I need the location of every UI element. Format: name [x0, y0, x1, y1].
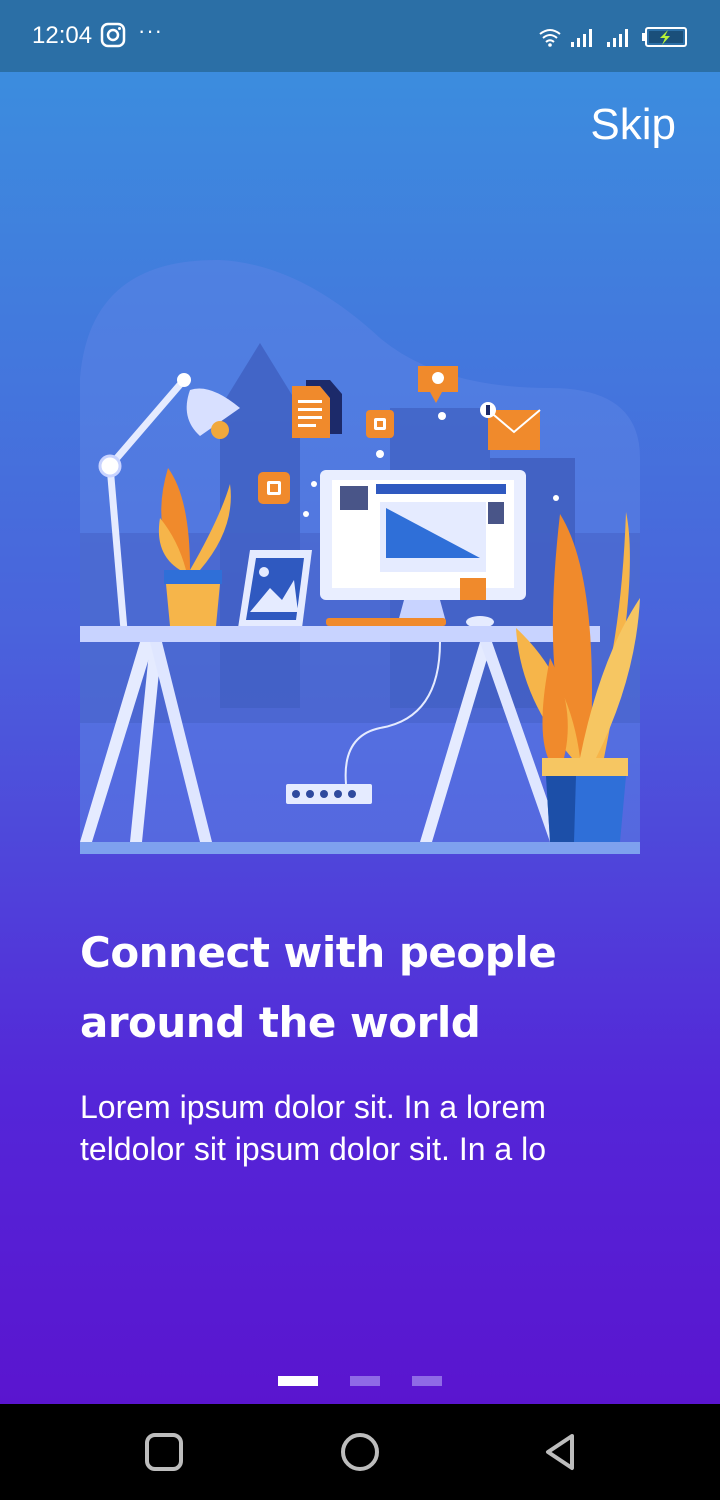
system-nav-bar [0, 1404, 720, 1500]
workspace-illustration [80, 259, 640, 854]
onboarding-description: Lorem ipsum dolor sit. In a lorem teldol… [80, 1086, 680, 1170]
document-icon [292, 380, 342, 438]
chat-bubble-icon [258, 472, 290, 504]
headline-line-2: around the world [80, 998, 481, 1047]
onboarding-screen: 12:04 ··· Skip Connect with people aroun… [0, 0, 720, 1404]
instagram-icon [100, 22, 126, 48]
back-icon[interactable] [538, 1430, 582, 1474]
status-icons [538, 24, 688, 50]
headline-line-1: Connect with people [80, 928, 557, 977]
description-line-1: Lorem ipsum dolor sit. In a lorem [80, 1089, 546, 1125]
page-dot-1-active[interactable] [278, 1376, 318, 1386]
skip-button[interactable]: Skip [590, 100, 676, 150]
status-time: 12:04 [32, 22, 93, 49]
more-notifications-icon: ··· [138, 18, 163, 43]
photo-frame [238, 550, 312, 628]
status-bar: 12:04 ··· [0, 0, 720, 72]
page-dot-3[interactable] [412, 1376, 442, 1386]
home-icon[interactable] [338, 1430, 382, 1474]
onboarding-headline: Connect with people around the world [80, 918, 660, 1058]
wifi-icon [539, 29, 561, 47]
signal-icon [607, 29, 628, 47]
description-line-2: teldolor sit ipsum dolor sit. In a lo [80, 1131, 546, 1167]
chat-bubble-icon [366, 410, 394, 438]
recent-apps-icon[interactable] [142, 1430, 186, 1474]
signal-icon [571, 29, 592, 47]
page-dot-2[interactable] [350, 1376, 380, 1386]
battery-charging-icon [642, 27, 687, 47]
